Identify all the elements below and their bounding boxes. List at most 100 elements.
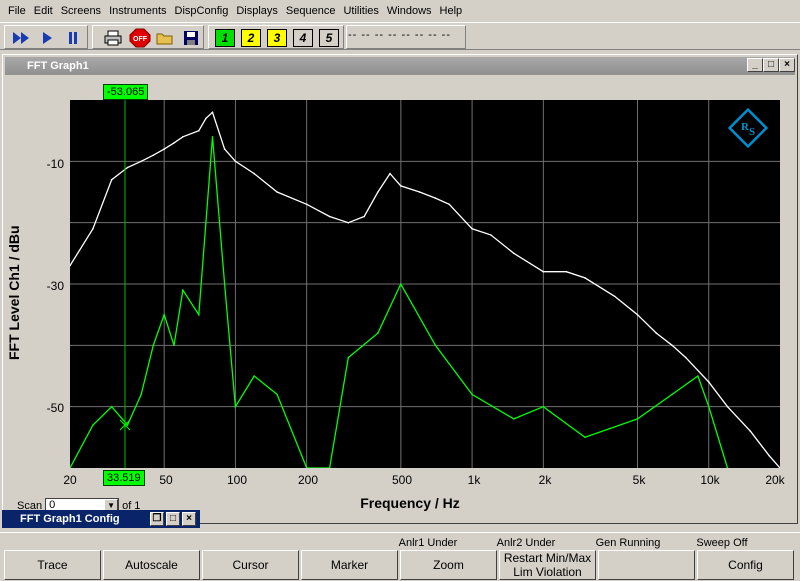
trace-point [363, 215, 366, 218]
empty-softkey[interactable] [598, 550, 695, 580]
trace-white-line [69, 111, 781, 469]
trace-point [182, 136, 184, 138]
trace-point [234, 160, 237, 163]
config-restore-button[interactable]: ❐ [150, 512, 164, 526]
menu-instruments[interactable]: Instruments [105, 0, 170, 22]
grid-lines [70, 100, 780, 468]
trace-point [140, 393, 142, 396]
traces [69, 111, 781, 469]
menu-utilities[interactable]: Utilities [339, 0, 382, 22]
trace-point [276, 393, 278, 396]
screen-1-button[interactable]: 1 [215, 29, 235, 47]
status-anlr1: Anlr1 Under [398, 537, 458, 549]
status-generator: Gen Running [595, 537, 661, 549]
file-group: OFF [92, 25, 204, 49]
fft-plot-svg: R S [69, 100, 781, 469]
trace-point [182, 289, 184, 291]
fft-plot-area[interactable]: R S [69, 100, 781, 469]
pause-icon [69, 32, 77, 44]
menu-help[interactable]: Help [436, 0, 467, 22]
trace-point [708, 381, 710, 383]
trace-point [434, 344, 437, 347]
screen-5-button[interactable]: 5 [319, 29, 339, 47]
status-anlr2: Anlr2 Under [496, 537, 556, 549]
rs-logo-icon: R S [727, 107, 769, 149]
trace-point [205, 117, 207, 120]
config-close-button[interactable]: × [182, 512, 196, 526]
window-title-bar[interactable]: FFT Graph1 _ □ × [5, 57, 795, 75]
print-button[interactable] [103, 29, 123, 47]
autoscale-softkey[interactable]: Autoscale [103, 550, 200, 580]
restart-minmax-softkey[interactable]: Restart Min/Max Lim Violation [499, 550, 596, 580]
trace-point [768, 454, 770, 457]
printer-icon [104, 30, 122, 46]
trace-point [110, 405, 113, 408]
config-window-title: FFT Graph1 Config [20, 513, 120, 525]
marker-softkey[interactable]: Marker [301, 550, 398, 580]
x-tick-label: 200 [297, 473, 319, 487]
save-button[interactable] [181, 29, 201, 47]
minimize-icon: _ [752, 59, 758, 70]
generator-off-button[interactable]: OFF [129, 28, 151, 48]
trace-point [749, 430, 752, 433]
y-axis-label: FFT Level Ch1 / dBu [6, 225, 22, 360]
config-window-title-bar[interactable]: FFT Graph1 Config ❐ □ × [2, 510, 200, 528]
y-tick-label: -50 [46, 401, 64, 415]
menu-edit[interactable]: Edit [30, 0, 57, 22]
trace-point [110, 178, 113, 181]
pause-button[interactable] [63, 29, 83, 47]
menu-bar: File Edit Screens Instruments DispConfig… [0, 0, 800, 22]
trace-point [347, 356, 350, 359]
trace-point [126, 166, 129, 169]
menu-dispconfig[interactable]: DispConfig [171, 0, 233, 22]
stop-sign-icon: OFF [129, 28, 151, 48]
single-step-button[interactable] [11, 29, 31, 47]
menu-screens[interactable]: Screens [57, 0, 105, 22]
minimize-button[interactable]: _ [747, 58, 763, 72]
trace-point [584, 277, 586, 279]
x-axis-label: Frequency / Hz [360, 495, 460, 511]
trace-point [328, 215, 331, 218]
trace-point [513, 252, 515, 255]
trace-point [490, 234, 492, 236]
menu-windows[interactable]: Windows [383, 0, 436, 22]
trace-point [198, 313, 200, 316]
trace-point [198, 129, 200, 132]
trace-point [471, 393, 473, 396]
status-dashes: -- -- -- -- -- -- -- -- [348, 29, 452, 41]
start-button[interactable] [37, 29, 57, 47]
folder-open-icon [156, 33, 173, 45]
maximize-button[interactable]: □ [763, 58, 779, 72]
trace-point [140, 160, 142, 163]
cursor-top-readout: -53.065 [103, 84, 149, 100]
trace-point [655, 332, 658, 334]
y-tick-label: -30 [46, 279, 64, 293]
fast-forward-icon [13, 32, 29, 44]
menu-sequence[interactable]: Sequence [282, 0, 340, 22]
close-icon: × [186, 513, 192, 524]
cursor-softkey[interactable]: Cursor [202, 550, 299, 580]
trace-softkey[interactable]: Trace [4, 550, 101, 580]
menu-displays[interactable]: Displays [232, 0, 282, 22]
close-button[interactable]: × [779, 58, 795, 72]
x-tick-label: 50 [159, 473, 173, 487]
menu-file[interactable]: File [4, 0, 30, 22]
trace-point [671, 344, 673, 347]
screen-2-button[interactable]: 2 [241, 29, 261, 47]
screen-4-button[interactable]: 4 [293, 29, 313, 47]
trace-point [613, 295, 616, 298]
trace-point [400, 283, 402, 285]
zoom-softkey[interactable]: Zoom [400, 550, 497, 580]
open-button[interactable] [155, 29, 175, 47]
screen-3-button[interactable]: 3 [267, 29, 287, 47]
config-maximize-button[interactable]: □ [166, 512, 180, 526]
screen-select-group: 1 2 3 4 5 [208, 25, 344, 49]
trace-point [542, 270, 545, 273]
svg-text:S: S [749, 126, 755, 138]
x-tick-label: 500 [391, 473, 413, 487]
trace-point [173, 142, 175, 144]
config-softkey[interactable]: Config [697, 550, 794, 580]
svg-text:OFF: OFF [133, 36, 148, 43]
trace-point [565, 270, 568, 273]
trace-point [697, 375, 699, 377]
